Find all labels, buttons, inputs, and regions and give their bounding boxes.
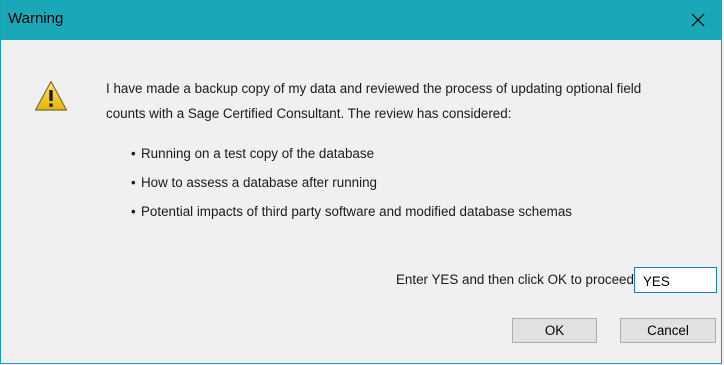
close-icon	[691, 13, 705, 27]
title-bar[interactable]: Warning	[1, 0, 721, 40]
warning-icon	[34, 80, 68, 111]
close-button[interactable]	[675, 0, 721, 40]
message-line: I have made a backup copy of my data and…	[106, 81, 642, 96]
message-line: counts with a Sage Certified Consultant.…	[106, 106, 512, 121]
list-item: • How to assess a database after running	[131, 175, 377, 190]
considerations-list: • Running on a test copy of the database …	[131, 141, 572, 228]
confirmation-input[interactable]	[634, 267, 717, 293]
list-item: • Running on a test copy of the database	[131, 146, 375, 161]
dialog-title: Warning	[8, 10, 64, 27]
cancel-button[interactable]: Cancel	[620, 318, 716, 343]
ok-button[interactable]: OK	[512, 318, 597, 343]
warning-message: I have made a backup copy of my data and…	[106, 76, 706, 126]
list-item: • Potential impacts of third party softwa…	[131, 204, 572, 219]
confirmation-label: Enter YES and then click OK to proceed	[396, 272, 634, 287]
warning-dialog: Warning I have made a backup copy of my …	[0, 0, 722, 364]
